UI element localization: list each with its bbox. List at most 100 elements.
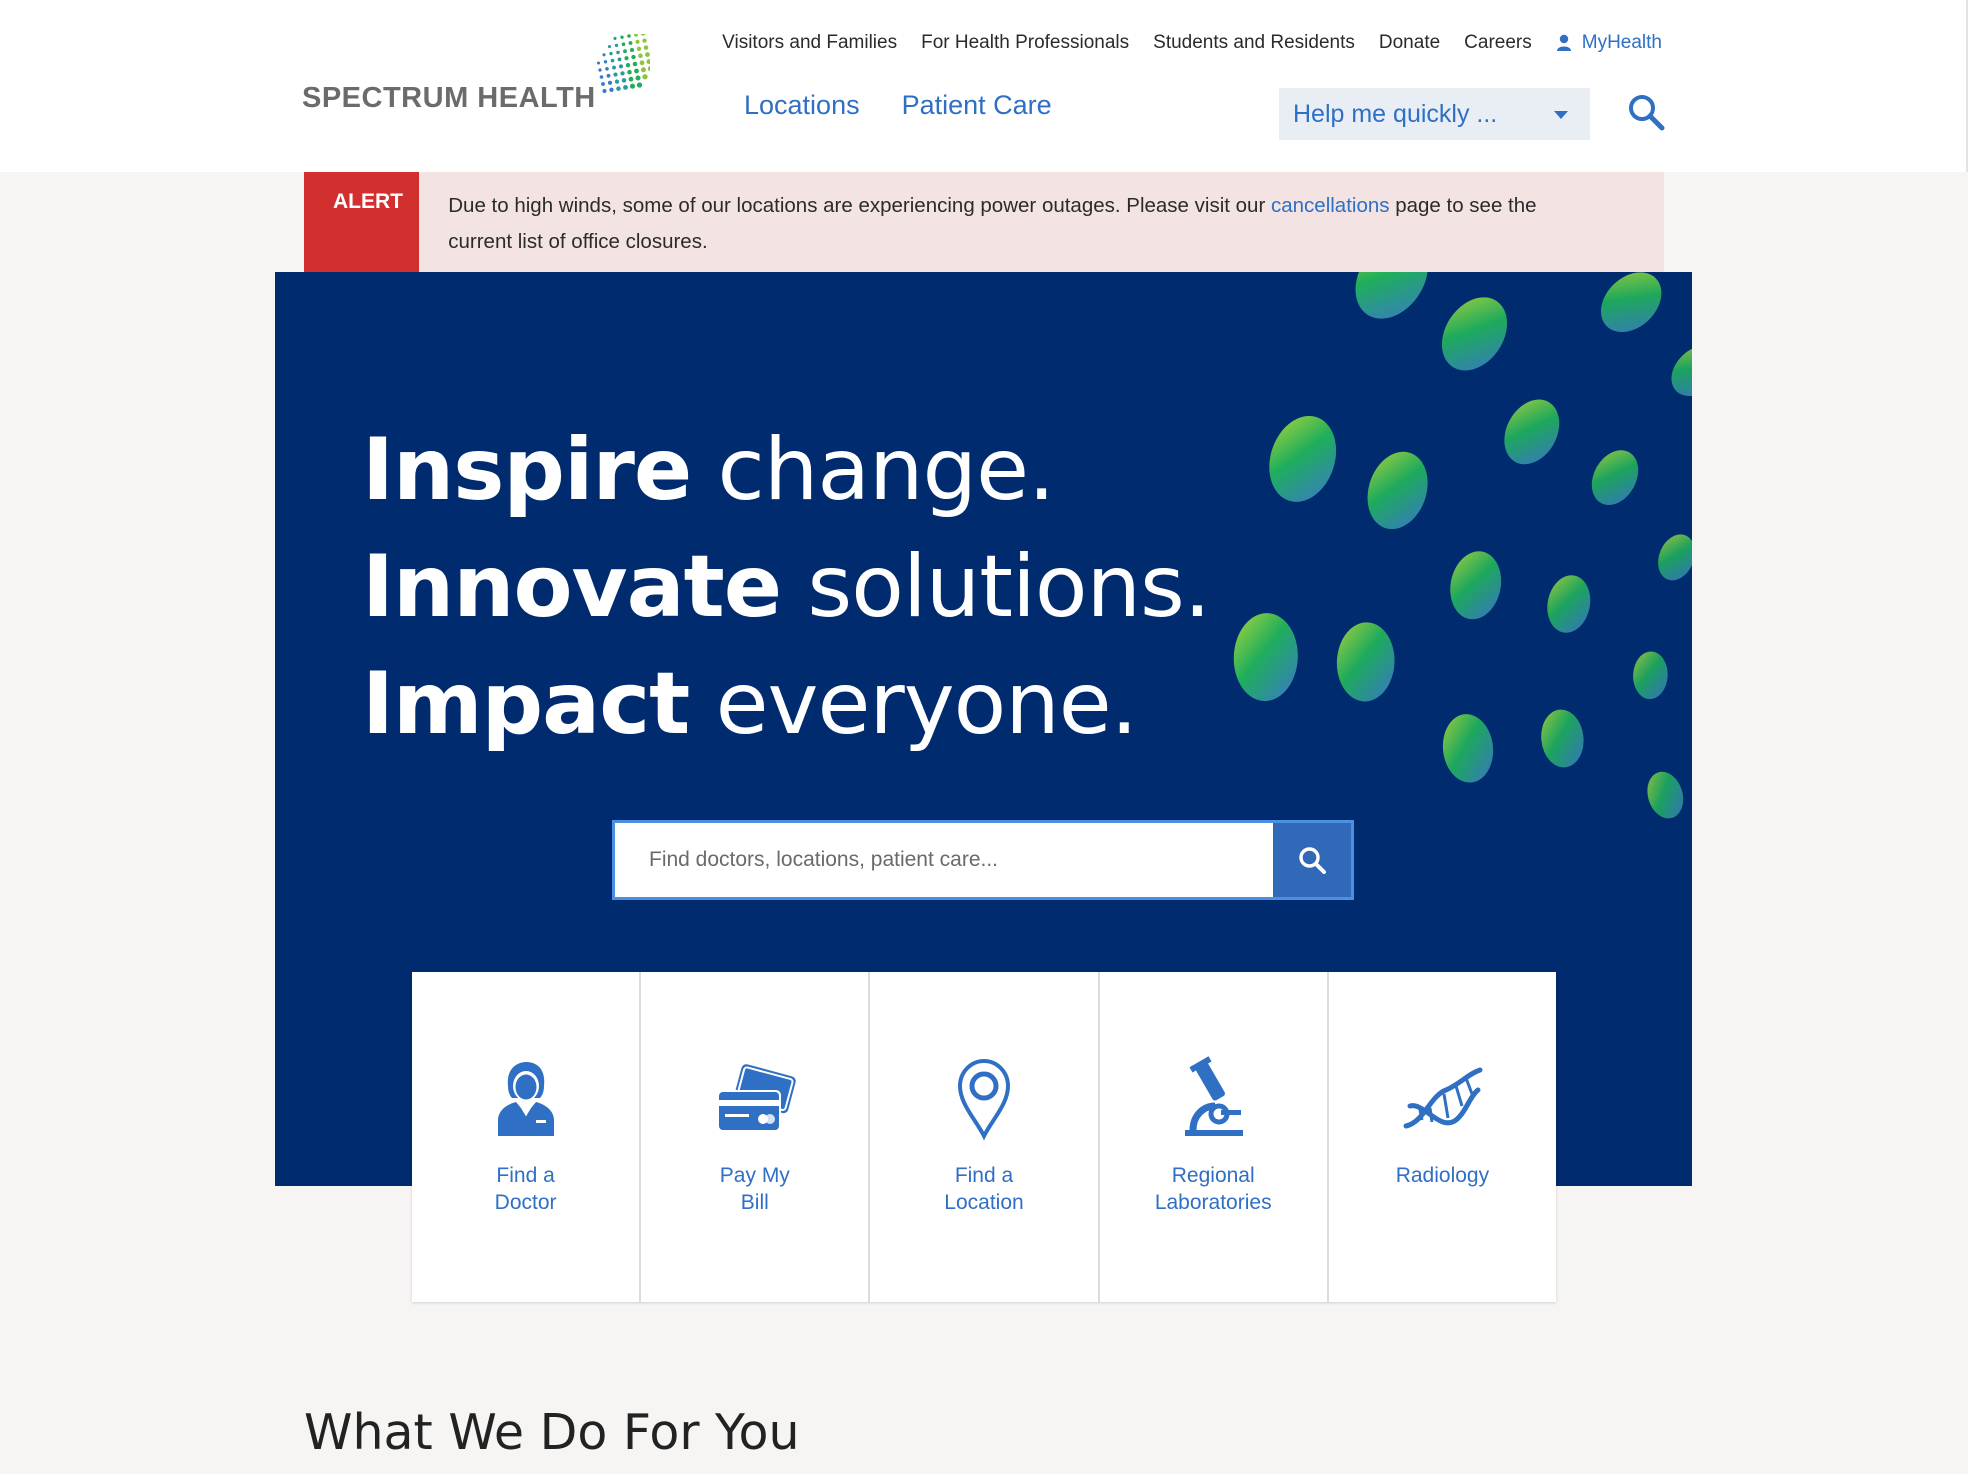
help-me-quickly-dropdown[interactable]: Help me quickly ... xyxy=(1279,88,1590,140)
nav-patient-care[interactable]: Patient Care xyxy=(902,90,1052,121)
spectrum-health-logo[interactable]: SPECTRUM HEALTH xyxy=(302,34,650,124)
logo-dot xyxy=(614,43,619,48)
logo-dot xyxy=(610,58,615,63)
logo-dot xyxy=(634,34,638,37)
quick-link-label: Find a Location xyxy=(870,1162,1097,1216)
logo-dot xyxy=(616,50,620,55)
alert-text-before: Due to high winds, some of our locations… xyxy=(448,194,1271,217)
logo-dot xyxy=(606,73,611,78)
utility-link-students[interactable]: Students and Residents xyxy=(1153,32,1355,54)
hero-dot xyxy=(1355,272,1428,319)
headline-bold-1: Inspire xyxy=(362,420,692,520)
hero-dot xyxy=(1269,415,1337,502)
headline-light-3: everyone. xyxy=(689,654,1138,754)
utility-link-donate[interactable]: Donate xyxy=(1379,32,1440,54)
label-line-2: Doctor xyxy=(494,1191,557,1214)
hero-search-bar xyxy=(612,820,1354,900)
logo-dot xyxy=(601,82,605,86)
logo-dot xyxy=(635,75,641,81)
hero-search-input[interactable] xyxy=(615,823,1273,897)
logo-dot xyxy=(641,34,645,36)
alert-tag: ALERT xyxy=(304,172,420,272)
logo-dot xyxy=(616,86,621,91)
help-select-label: Help me quickly ... xyxy=(1293,99,1498,128)
logo-dot xyxy=(647,66,650,72)
quick-link-find-doctor[interactable]: Find a Doctor xyxy=(412,972,642,1302)
logo-dot xyxy=(621,42,626,46)
logo-dot xyxy=(602,53,606,57)
hero-dot xyxy=(1233,613,1298,702)
hero-dot xyxy=(1367,451,1428,530)
logo-dot xyxy=(624,56,629,61)
utility-nav: Visitors and Families For Health Profess… xyxy=(722,28,1662,58)
search-icon xyxy=(1299,847,1326,874)
label-line-1: Regional xyxy=(1171,1164,1255,1187)
quick-link-regional-labs[interactable]: Regional Laboratories xyxy=(1100,972,1329,1302)
headline-light-1: change. xyxy=(691,420,1056,520)
logo-dot xyxy=(612,65,616,70)
label-line-1: Pay My xyxy=(719,1164,790,1187)
myhealth-link[interactable]: MyHealth xyxy=(1556,32,1662,54)
headline-bold-2: Innovate xyxy=(362,537,782,637)
logo-dot xyxy=(609,51,613,56)
hero-dot xyxy=(1541,709,1584,768)
quick-link-label: Radiology xyxy=(1329,1162,1556,1189)
hero-dot xyxy=(1633,651,1668,700)
logo-dot xyxy=(603,60,608,64)
logo-dot xyxy=(627,34,631,38)
label-line-2: Location xyxy=(944,1191,1024,1214)
logo-dot xyxy=(607,80,613,85)
search-icon[interactable] xyxy=(1626,92,1666,132)
quick-link-label: Pay My Bill xyxy=(641,1162,868,1216)
label-line-2: Bill xyxy=(740,1191,769,1214)
logo-dot xyxy=(631,54,636,60)
headline-bold-3: Impact xyxy=(362,654,690,754)
logo-mark-icon xyxy=(596,34,650,94)
utility-link-professionals[interactable]: For Health Professionals xyxy=(921,32,1129,54)
hero-dot xyxy=(1547,575,1591,633)
logo-dot xyxy=(629,47,635,53)
logo-dot xyxy=(620,35,624,39)
site-header: SPECTRUM HEALTH Visitors and Families Fo… xyxy=(0,0,1968,172)
label-line-2: Laboratories xyxy=(1154,1191,1272,1214)
alert-banner: ALERT Due to high winds, some of our loc… xyxy=(304,172,1664,272)
hero-dot xyxy=(1336,622,1395,702)
logo-dot xyxy=(628,41,633,45)
cancellations-link[interactable]: cancellations xyxy=(1271,194,1390,217)
nav-locations[interactable]: Locations xyxy=(744,90,860,121)
chevron-down-icon xyxy=(1554,111,1568,119)
logo-dot xyxy=(620,71,625,76)
hero-dot xyxy=(1600,272,1662,333)
logo-dot xyxy=(629,83,636,89)
utility-link-careers[interactable]: Careers xyxy=(1464,32,1532,54)
utility-link-visitors[interactable]: Visitors and Families xyxy=(722,32,897,54)
logo-dot xyxy=(643,45,649,50)
hero-headline: Inspire change. Innovate solutions. Impa… xyxy=(362,412,1211,763)
primary-nav: Locations Patient Care xyxy=(744,90,1052,121)
logo-dot xyxy=(625,63,631,68)
logo-dot xyxy=(613,72,618,77)
label-line-1: Find a xyxy=(496,1164,555,1187)
quick-link-radiology[interactable]: Radiology xyxy=(1329,972,1556,1302)
hero-dot xyxy=(1441,297,1508,371)
logo-dot xyxy=(621,78,627,83)
logo-dot xyxy=(639,60,645,66)
logo-dot xyxy=(613,36,617,40)
label-line-1: Radiology xyxy=(1395,1164,1490,1187)
quick-link-pay-bill[interactable]: Pay My Bill xyxy=(641,972,871,1302)
hero-search-button[interactable] xyxy=(1273,823,1351,897)
logo-dot xyxy=(623,49,627,54)
doctor-icon xyxy=(497,1062,554,1136)
logo-dot xyxy=(645,52,650,57)
logo-dot xyxy=(598,68,602,72)
user-icon xyxy=(1556,34,1571,51)
quick-link-find-location[interactable]: Find a Location xyxy=(870,972,1100,1302)
hero-dot xyxy=(1671,345,1692,396)
logo-dot xyxy=(640,67,647,73)
hero-dot xyxy=(1504,399,1560,465)
logo-dot xyxy=(602,88,607,94)
logo-dot xyxy=(605,67,609,71)
credit-card-icon xyxy=(716,1064,796,1132)
logo-dot xyxy=(618,64,624,69)
alert-message: Due to high winds, some of our locations… xyxy=(419,172,1664,272)
